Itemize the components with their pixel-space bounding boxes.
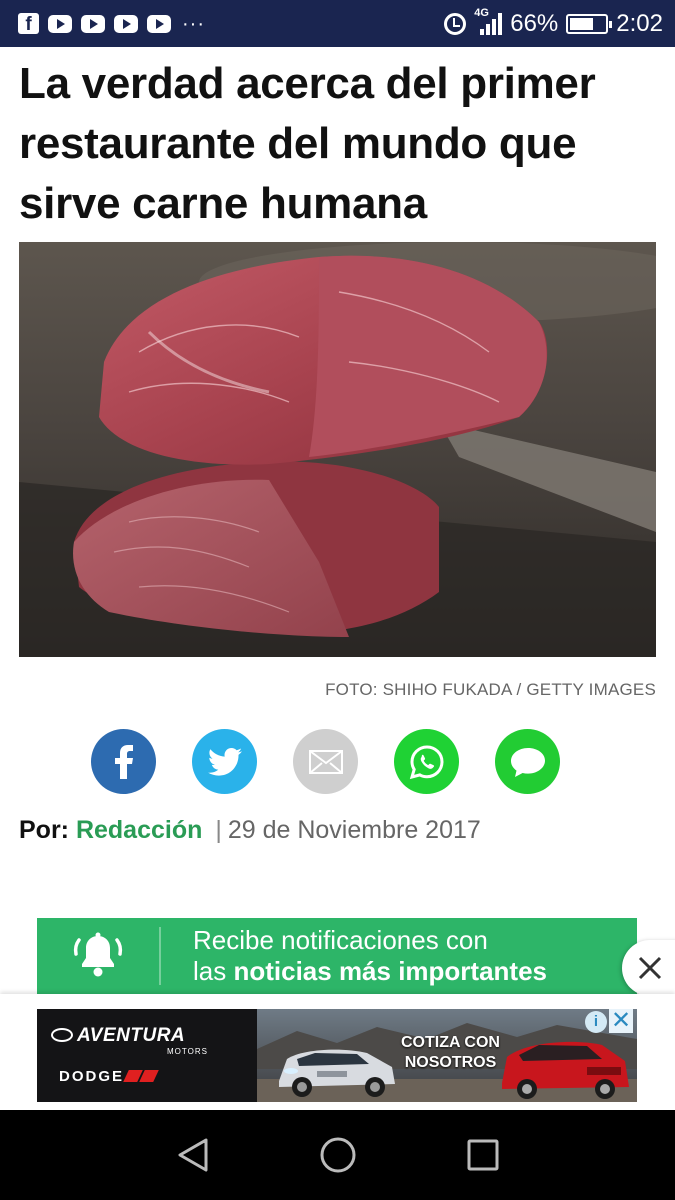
ad-cta-line-2: NOSOTROS — [404, 1054, 497, 1071]
ad-brand-panel: AVENTURA MOTORS DODGE — [37, 1009, 257, 1102]
banner-line-2: las noticias más importantes — [193, 956, 547, 987]
recents-button[interactable] — [453, 1125, 513, 1185]
battery-icon — [566, 13, 613, 34]
ad-cta-line-1: COTIZA CON — [401, 1034, 500, 1051]
dodge-ad-banner[interactable]: AVENTURA MOTORS DODGE COTIZA CON NOSOTRO… — [37, 1009, 637, 1102]
youtube-icon — [48, 14, 72, 33]
share-twitter-button[interactable] — [192, 729, 257, 794]
notification-signup-banner[interactable]: Recibe notificaciones con las noticias m… — [37, 918, 637, 994]
back-icon — [178, 1138, 207, 1172]
back-button[interactable] — [163, 1125, 223, 1185]
publish-date: 29 de Noviembre 2017 — [227, 816, 481, 844]
more-icon: ··· — [182, 12, 205, 35]
ad-make-logo: DODGE — [59, 1068, 159, 1085]
speech-bubble-icon — [510, 747, 545, 777]
ad-make-name: DODGE — [59, 1068, 125, 1085]
battery-percent: 66% — [510, 9, 559, 37]
share-email-button[interactable] — [293, 729, 358, 794]
banner-line-2-prefix: las — [193, 956, 234, 986]
system-status: 4G 66% 2:02 — [444, 7, 663, 38]
home-icon — [320, 1137, 355, 1173]
status-bar: f ··· 4G 66% 2:02 — [0, 0, 675, 47]
ad-brand-logo: AVENTURA — [51, 1025, 185, 1047]
bell-icon — [37, 927, 161, 985]
twitter-icon — [207, 747, 242, 776]
notification-banner-text: Recibe notificaciones con las noticias m… — [193, 925, 547, 987]
byline: Por: Redacción | 29 de Noviembre 2017 — [19, 816, 481, 845]
home-button[interactable] — [308, 1125, 368, 1185]
author-link[interactable]: Redacción — [76, 816, 202, 844]
close-icon — [638, 956, 662, 980]
system-nav-bar — [0, 1110, 675, 1200]
youtube-icon — [147, 14, 171, 33]
signal-icon: 4G — [474, 7, 503, 35]
ad-cta: COTIZA CON NOSOTROS — [401, 1033, 500, 1073]
email-icon — [308, 749, 343, 774]
banner-line-2-bold: noticias más importantes — [233, 956, 548, 986]
banner-line-1: Recibe notificaciones con — [193, 925, 488, 955]
ad-container: AVENTURA MOTORS DODGE COTIZA CON NOSOTRO… — [0, 994, 675, 1110]
ad-brand-sub: MOTORS — [167, 1047, 208, 1056]
ad-close-icon[interactable]: ✕ — [609, 1009, 633, 1033]
notification-icons: f ··· — [18, 13, 205, 34]
photo-credit: FOTO: SHIHO FUKADA / GETTY IMAGES — [325, 680, 656, 699]
whatsapp-icon — [409, 744, 444, 779]
facebook-icon — [114, 744, 133, 779]
clock: 2:02 — [616, 9, 663, 37]
adchoices-icon[interactable]: i — [585, 1011, 607, 1033]
share-message-button[interactable] — [495, 729, 560, 794]
youtube-icon — [81, 14, 105, 33]
article-photo — [19, 242, 656, 657]
facebook-icon: f — [18, 13, 39, 34]
ad-brand-name: AVENTURA — [77, 1025, 186, 1046]
share-whatsapp-button[interactable] — [394, 729, 459, 794]
network-type: 4G — [474, 6, 489, 19]
alarm-icon — [444, 12, 467, 35]
byline-separator: | — [215, 816, 222, 844]
youtube-icon — [114, 14, 138, 33]
article-headline: La verdad acerca del primer restaurante … — [19, 59, 596, 228]
recents-icon — [467, 1139, 498, 1171]
close-banner-button[interactable] — [622, 940, 675, 996]
byline-label: Por: — [19, 816, 69, 844]
share-facebook-button[interactable] — [91, 729, 156, 794]
share-buttons — [91, 729, 560, 794]
